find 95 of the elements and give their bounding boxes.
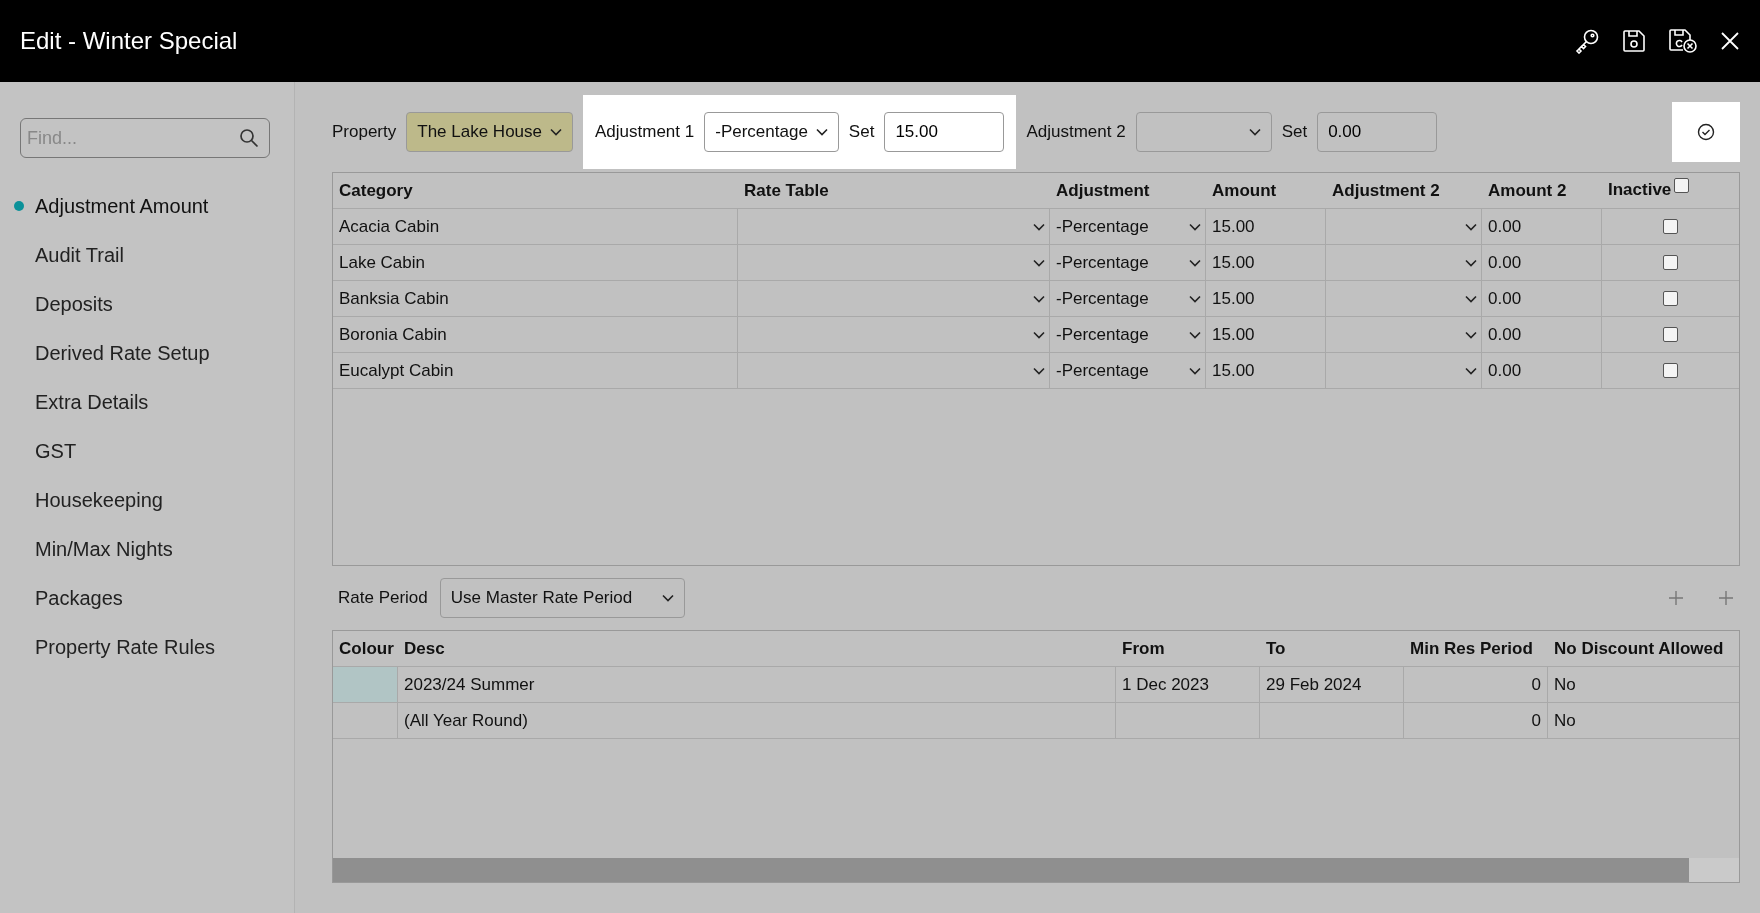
caret-icon	[1465, 294, 1477, 303]
table-cell: 2023/24 Summer	[398, 667, 1116, 702]
caret-icon	[1189, 222, 1201, 231]
sidebar-item[interactable]: Audit Trail	[0, 231, 294, 280]
table-cell: Eucalypt Cabin	[333, 353, 738, 388]
adjustment-1-label: Adjustment 1	[595, 122, 695, 142]
caret-icon	[1033, 366, 1045, 375]
column-header: Amount 2	[1487, 179, 1568, 202]
caret-icon	[1189, 258, 1201, 267]
caret-icon	[550, 128, 562, 136]
column-header: From	[1121, 637, 1166, 660]
table-cell: 1 Dec 2023	[1116, 667, 1260, 702]
table-cell: 0.00	[1482, 353, 1602, 388]
set-1-field[interactable]: 15.00	[884, 112, 1005, 152]
property-label: Property	[332, 122, 397, 142]
table-cell: Lake Cabin	[333, 245, 738, 280]
caret-icon	[1248, 128, 1261, 136]
table-cell: Acacia Cabin	[333, 209, 738, 244]
sidebar-item[interactable]: Housekeeping	[0, 476, 294, 525]
adjustment-1-dropdown[interactable]: -Percentage	[704, 112, 839, 152]
table-cell: 15.00	[1206, 281, 1326, 316]
table-cell: 0.00	[1482, 209, 1602, 244]
table-cell: 0.00	[1482, 245, 1602, 280]
table-cell: Boronia Cabin	[333, 317, 738, 352]
window-title: Edit - Winter Special	[20, 27, 239, 55]
table-cell: 0	[1404, 703, 1548, 738]
column-header: Rate Table	[743, 179, 830, 202]
column-header: Colour	[338, 637, 395, 660]
caret-icon	[1033, 258, 1045, 267]
adjustment-2-label: Adjustment 2	[1026, 122, 1126, 142]
adjustment-dropdown[interactable]: -Percentage	[1050, 281, 1206, 316]
sidebar-item[interactable]: Derived Rate Setup	[0, 329, 294, 378]
sidebar-item[interactable]: Min/Max Nights	[0, 525, 294, 574]
set-2-field[interactable]: 0.00	[1317, 112, 1438, 152]
set-label: Set	[1281, 122, 1308, 142]
add-icon[interactable]	[1668, 590, 1684, 606]
caret-icon	[815, 128, 828, 136]
table-cell: 15.00	[1206, 353, 1326, 388]
close-icon[interactable]	[1720, 31, 1740, 51]
table-cell: 0.00	[1482, 317, 1602, 352]
column-header: Desc	[403, 637, 446, 660]
active-dot	[14, 201, 24, 211]
adjustment-dropdown[interactable]: -Percentage	[1050, 209, 1206, 244]
table-cell: 15.00	[1206, 209, 1326, 244]
table-cell: 0.00	[1482, 281, 1602, 316]
horizontal-scrollbar[interactable]	[333, 858, 1739, 882]
sidebar-item[interactable]: Deposits	[0, 280, 294, 329]
caret-icon	[1465, 330, 1477, 339]
property-dropdown[interactable]: The Lake House	[406, 112, 573, 152]
table-cell: (All Year Round)	[398, 703, 1116, 738]
caret-icon	[1465, 222, 1477, 231]
table-cell: 15.00	[1206, 317, 1326, 352]
adjustment-dropdown[interactable]: -Percentage	[1050, 317, 1206, 352]
table-cell-text: No	[1553, 709, 1577, 732]
column-header: Amount	[1211, 179, 1278, 202]
adjustment-2-dropdown[interactable]	[1135, 112, 1272, 152]
rate-period-dropdown[interactable]: Use Master Rate Period	[439, 578, 686, 618]
caret-icon	[1189, 366, 1201, 375]
column-header: No Discount Allowed	[1553, 637, 1725, 660]
set-label: Set	[848, 122, 875, 142]
caret-icon	[1033, 222, 1045, 231]
apply-button[interactable]	[1672, 102, 1740, 162]
sidebar-item[interactable]: Extra Details	[0, 378, 294, 427]
check-circle-icon	[1697, 123, 1715, 141]
column-header: Category	[338, 179, 414, 202]
rate-period-label: Rate Period	[338, 588, 428, 608]
table-cell: Banksia Cabin	[333, 281, 738, 316]
sidebar-item[interactable]: Property Rate Rules	[0, 623, 294, 672]
adjustment-dropdown[interactable]: -Percentage	[1050, 353, 1206, 388]
adjustment-dropdown[interactable]: -Percentage	[1050, 245, 1206, 280]
save-icon[interactable]	[1622, 29, 1646, 53]
caret-icon	[1189, 330, 1201, 339]
caret-icon	[1465, 258, 1477, 267]
column-header: Adjustment 2	[1331, 179, 1441, 202]
table-cell-text: No	[1553, 673, 1577, 696]
table-cell: 0	[1404, 667, 1548, 702]
caret-icon	[1033, 294, 1045, 303]
column-header: To	[1265, 637, 1287, 660]
caret-icon	[1033, 330, 1045, 339]
sidebar-item[interactable]: GST	[0, 427, 294, 476]
save-and-close-icon[interactable]	[1668, 28, 1698, 54]
search-field[interactable]: Find...	[20, 118, 270, 158]
search-icon	[239, 128, 259, 148]
column-header: Adjustment	[1055, 179, 1151, 202]
caret-icon	[1189, 294, 1201, 303]
sidebar-item[interactable]: Packages	[0, 574, 294, 623]
caret-icon	[662, 594, 675, 602]
column-header: Min Res Period	[1409, 637, 1534, 660]
key-icon[interactable]	[1574, 28, 1600, 54]
table-cell: 29 Feb 2024	[1260, 667, 1404, 702]
caret-icon	[1465, 366, 1477, 375]
column-header: Inactive	[1608, 180, 1672, 200]
table-cell: 15.00	[1206, 245, 1326, 280]
add-icon[interactable]	[1718, 590, 1734, 606]
sidebar-item[interactable]: Adjustment Amount	[0, 182, 294, 231]
